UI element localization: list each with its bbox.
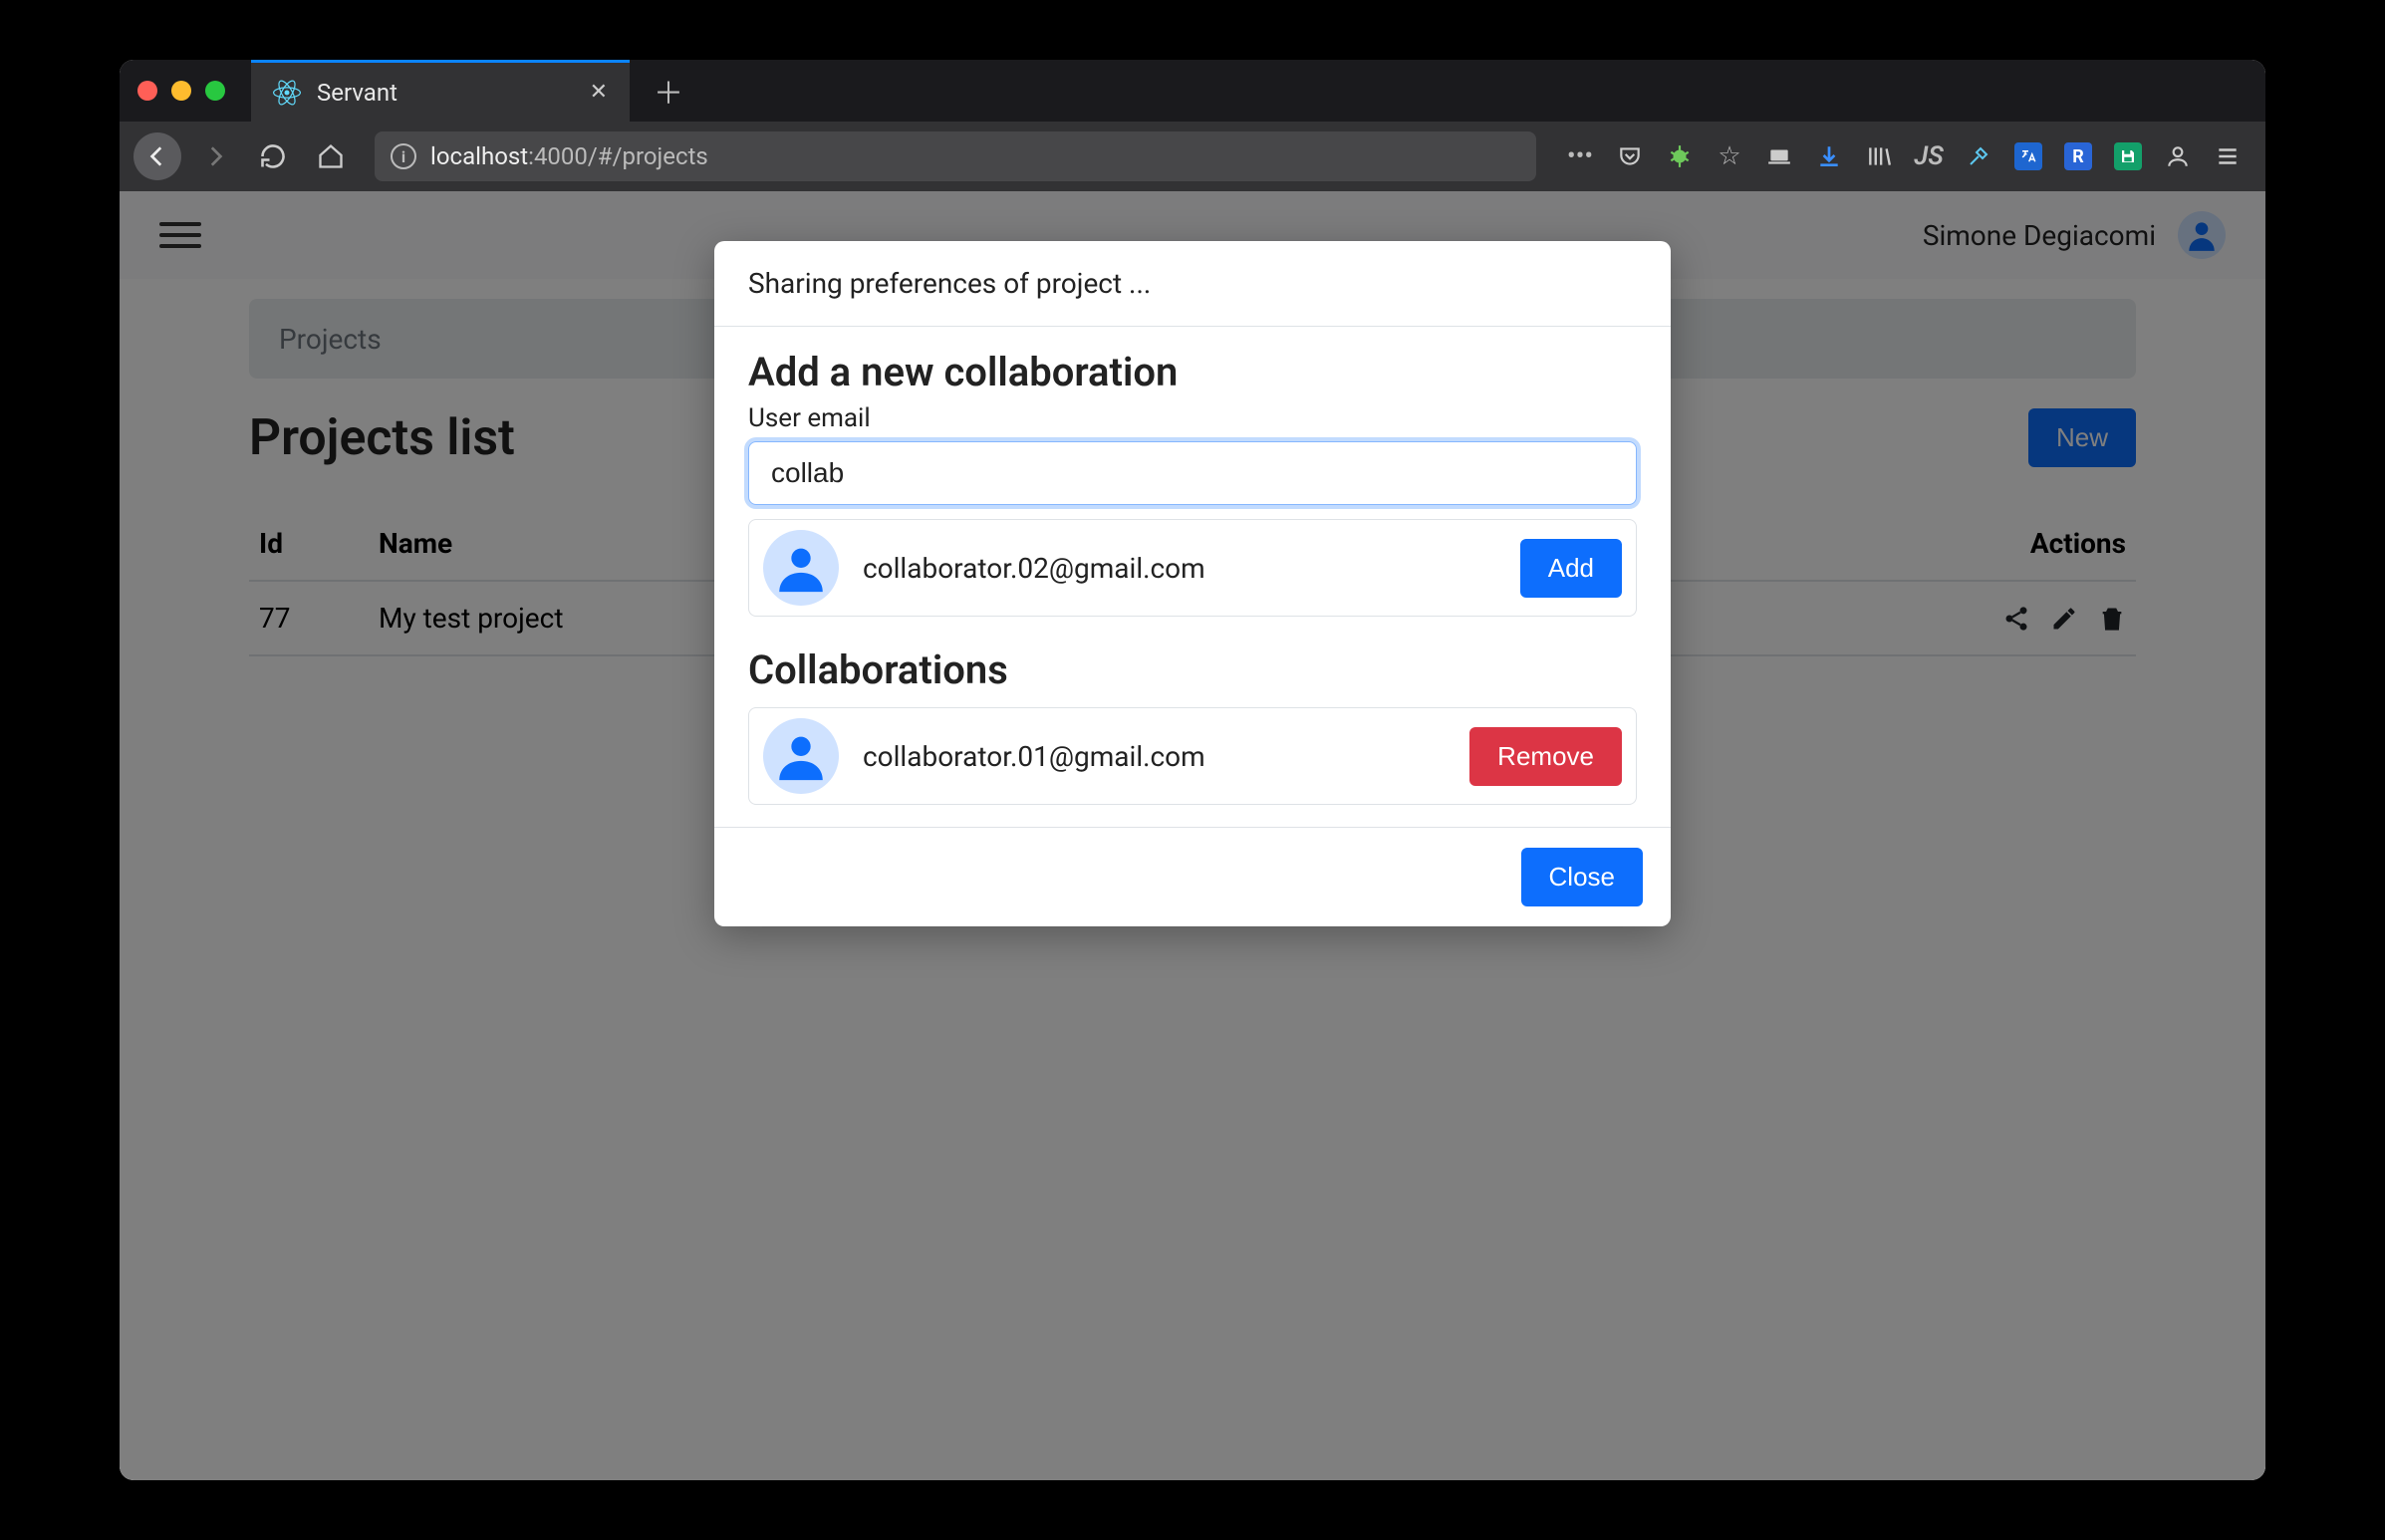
new-tab-button[interactable]: ＋ [654, 69, 683, 113]
tab-close-icon[interactable]: ✕ [590, 80, 608, 105]
add-collab-heading: Add a new collaboration [748, 349, 1637, 395]
r-extension-icon[interactable]: R [2064, 142, 2092, 170]
add-button[interactable]: Add [1520, 539, 1622, 598]
nav-forward-button[interactable] [191, 132, 239, 180]
bookmark-star-icon[interactable]: ☆ [1716, 142, 1743, 170]
page-content: Simone Degiacomi Projects Projects list … [120, 191, 2265, 1480]
email-label: User email [748, 403, 1637, 433]
url-bar[interactable]: i localhost:4000/#/projects [375, 131, 1536, 181]
reload-button[interactable] [249, 132, 297, 180]
toolbar-extensions: ••• ☆ JS R [1556, 142, 2252, 170]
window-traffic-lights [137, 81, 225, 101]
suggestion-row: collaborator.02@gmail.com Add [748, 519, 1637, 617]
nav-back-button[interactable] [133, 132, 181, 180]
browser-tab-strip: Servant ✕ ＋ [120, 60, 2265, 122]
collaborator-email: collaborator.01@gmail.com [863, 740, 1446, 773]
translate-extension-icon[interactable] [2014, 142, 2042, 170]
react-icon [273, 79, 301, 107]
window-minimize-icon[interactable] [171, 81, 191, 101]
modal-title: Sharing preferences of project ... [714, 241, 1671, 327]
suggestion-email: collaborator.02@gmail.com [863, 552, 1496, 585]
collaborator-row: collaborator.01@gmail.com Remove [748, 707, 1637, 805]
js-extension-icon[interactable]: JS [1915, 142, 1943, 170]
collaborations-heading: Collaborations [748, 646, 1637, 693]
laptop-extension-icon[interactable] [1765, 142, 1793, 170]
eyedropper-extension-icon[interactable] [1965, 142, 1992, 170]
browser-window: Servant ✕ ＋ i localhost:4000/#/projects … [120, 60, 2265, 1480]
library-icon[interactable] [1865, 142, 1893, 170]
url-text: localhost:4000/#/projects [430, 142, 708, 170]
window-close-icon[interactable] [137, 81, 157, 101]
downloads-icon[interactable] [1815, 142, 1843, 170]
avatar-icon [763, 530, 839, 606]
email-input[interactable] [748, 441, 1637, 505]
tab-title: Servant [317, 79, 574, 107]
save-extension-icon[interactable] [2114, 142, 2142, 170]
browser-toolbar: i localhost:4000/#/projects ••• ☆ J [120, 122, 2265, 191]
site-info-icon[interactable]: i [391, 143, 416, 169]
browser-tab-active[interactable]: Servant ✕ [251, 60, 630, 122]
avatar-icon [763, 718, 839, 794]
more-dots-icon[interactable]: ••• [1566, 142, 1594, 170]
window-maximize-icon[interactable] [205, 81, 225, 101]
app-menu-icon[interactable] [2214, 142, 2242, 170]
home-button[interactable] [307, 132, 355, 180]
close-button[interactable]: Close [1521, 848, 1643, 906]
bug-extension-icon[interactable] [1666, 142, 1694, 170]
profile-icon[interactable] [2164, 142, 2192, 170]
sharing-modal: Sharing preferences of project ... Add a… [714, 241, 1671, 926]
remove-button[interactable]: Remove [1469, 727, 1622, 786]
pocket-icon[interactable] [1616, 142, 1644, 170]
